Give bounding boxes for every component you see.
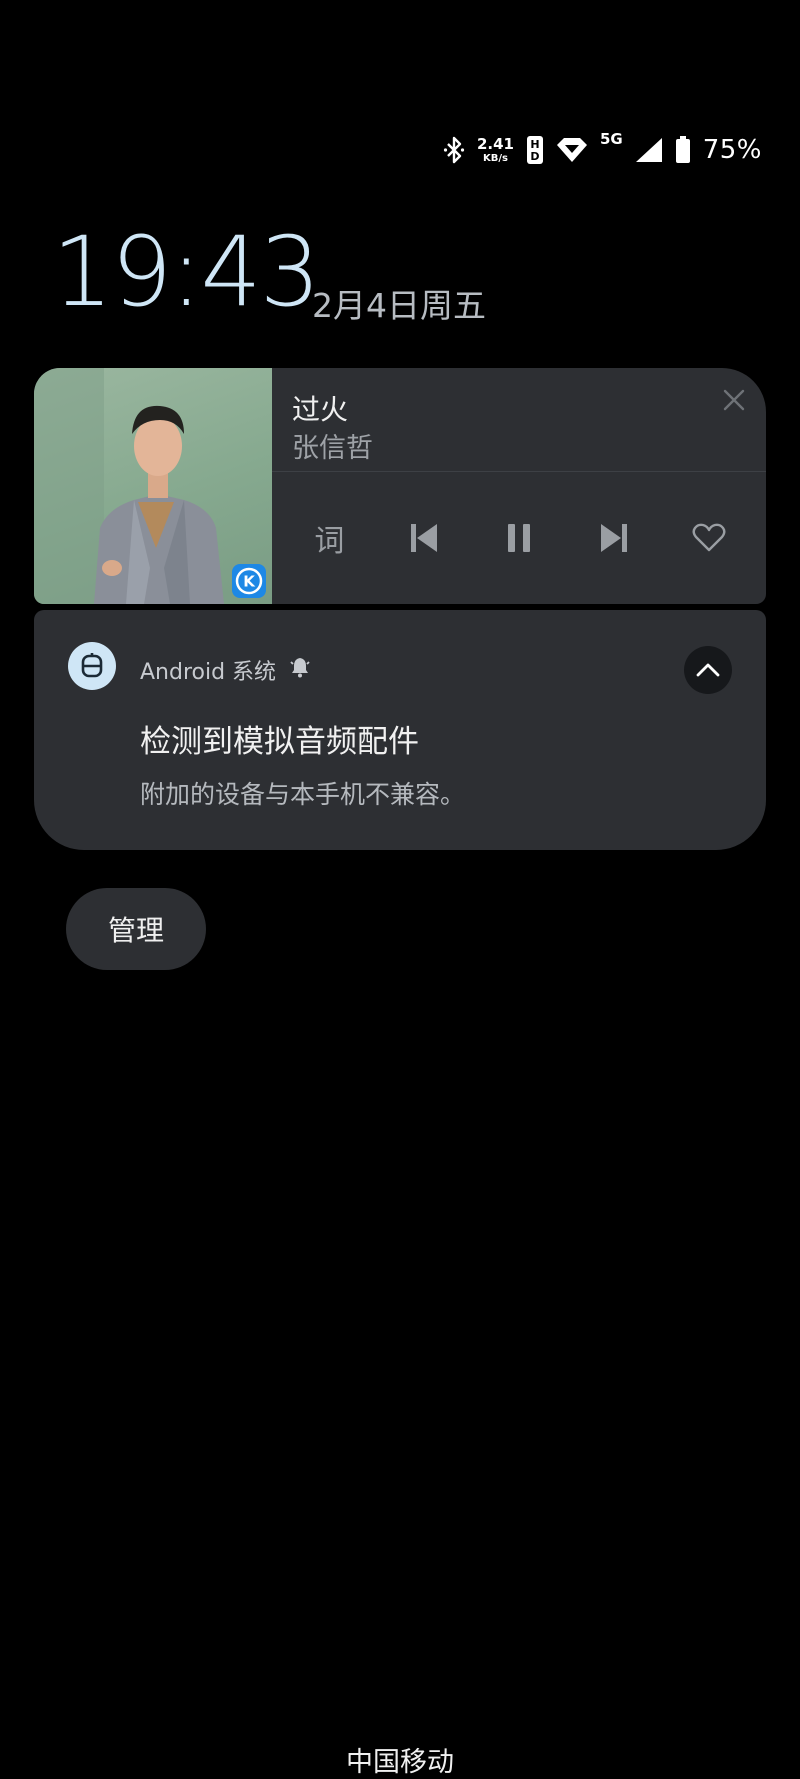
net-speed-value: 2.41	[476, 134, 514, 153]
wifi-icon	[556, 137, 588, 163]
notification-text: 附加的设备与本手机不兼容。	[140, 780, 466, 809]
lyrics-label: 词	[314, 524, 345, 559]
lyrics-button[interactable]: 词	[299, 508, 359, 568]
bell-icon	[290, 656, 310, 684]
album-art[interactable]: K	[34, 368, 272, 604]
status-bar: 2.41 KB/s HD 5G 75%	[443, 128, 762, 172]
bluetooth-icon	[443, 136, 465, 164]
heart-icon	[692, 523, 726, 552]
song-title: 过火	[292, 393, 349, 426]
song-artist: 张信哲	[292, 433, 373, 464]
network-type: 5G	[599, 130, 623, 148]
notification-header: Android 系统	[140, 654, 310, 686]
pause-button[interactable]	[489, 508, 549, 568]
previous-button[interactable]	[394, 508, 454, 568]
next-icon	[600, 524, 627, 552]
playback-controls: 词	[272, 472, 766, 604]
close-icon[interactable]	[720, 386, 748, 414]
like-button[interactable]	[679, 508, 739, 568]
svg-text:D: D	[530, 150, 539, 163]
music-player-card[interactable]: K 过火 张信哲 词	[34, 368, 766, 604]
pause-icon	[507, 524, 530, 552]
music-app-badge-letter: K	[243, 573, 256, 591]
battery-percent: 75%	[702, 135, 762, 165]
carrier-name: 中国移动	[346, 1747, 454, 1778]
manage-button[interactable]: 管理	[66, 888, 206, 970]
previous-icon	[411, 524, 438, 552]
collapse-button[interactable]	[684, 646, 732, 694]
notification-app-name: Android 系统	[140, 660, 277, 685]
notification-card[interactable]: Android 系统 检测到模拟音频配件 附加的设备与本手机不兼容。	[34, 610, 766, 850]
battery-icon	[675, 136, 691, 164]
android-system-icon	[68, 642, 116, 690]
next-button[interactable]	[584, 508, 644, 568]
clock: 19:43	[52, 216, 321, 328]
net-speed-unit: KB/s	[482, 152, 508, 164]
notification-title: 检测到模拟音频配件	[140, 724, 419, 760]
net-speed: 2.41 KB/s	[476, 134, 514, 164]
hd-icon: HD	[526, 135, 544, 165]
date: 2月4日周五	[312, 286, 486, 325]
music-app-badge: K	[232, 564, 266, 598]
chevron-up-icon	[696, 663, 720, 677]
cellular-signal-icon	[635, 137, 663, 163]
